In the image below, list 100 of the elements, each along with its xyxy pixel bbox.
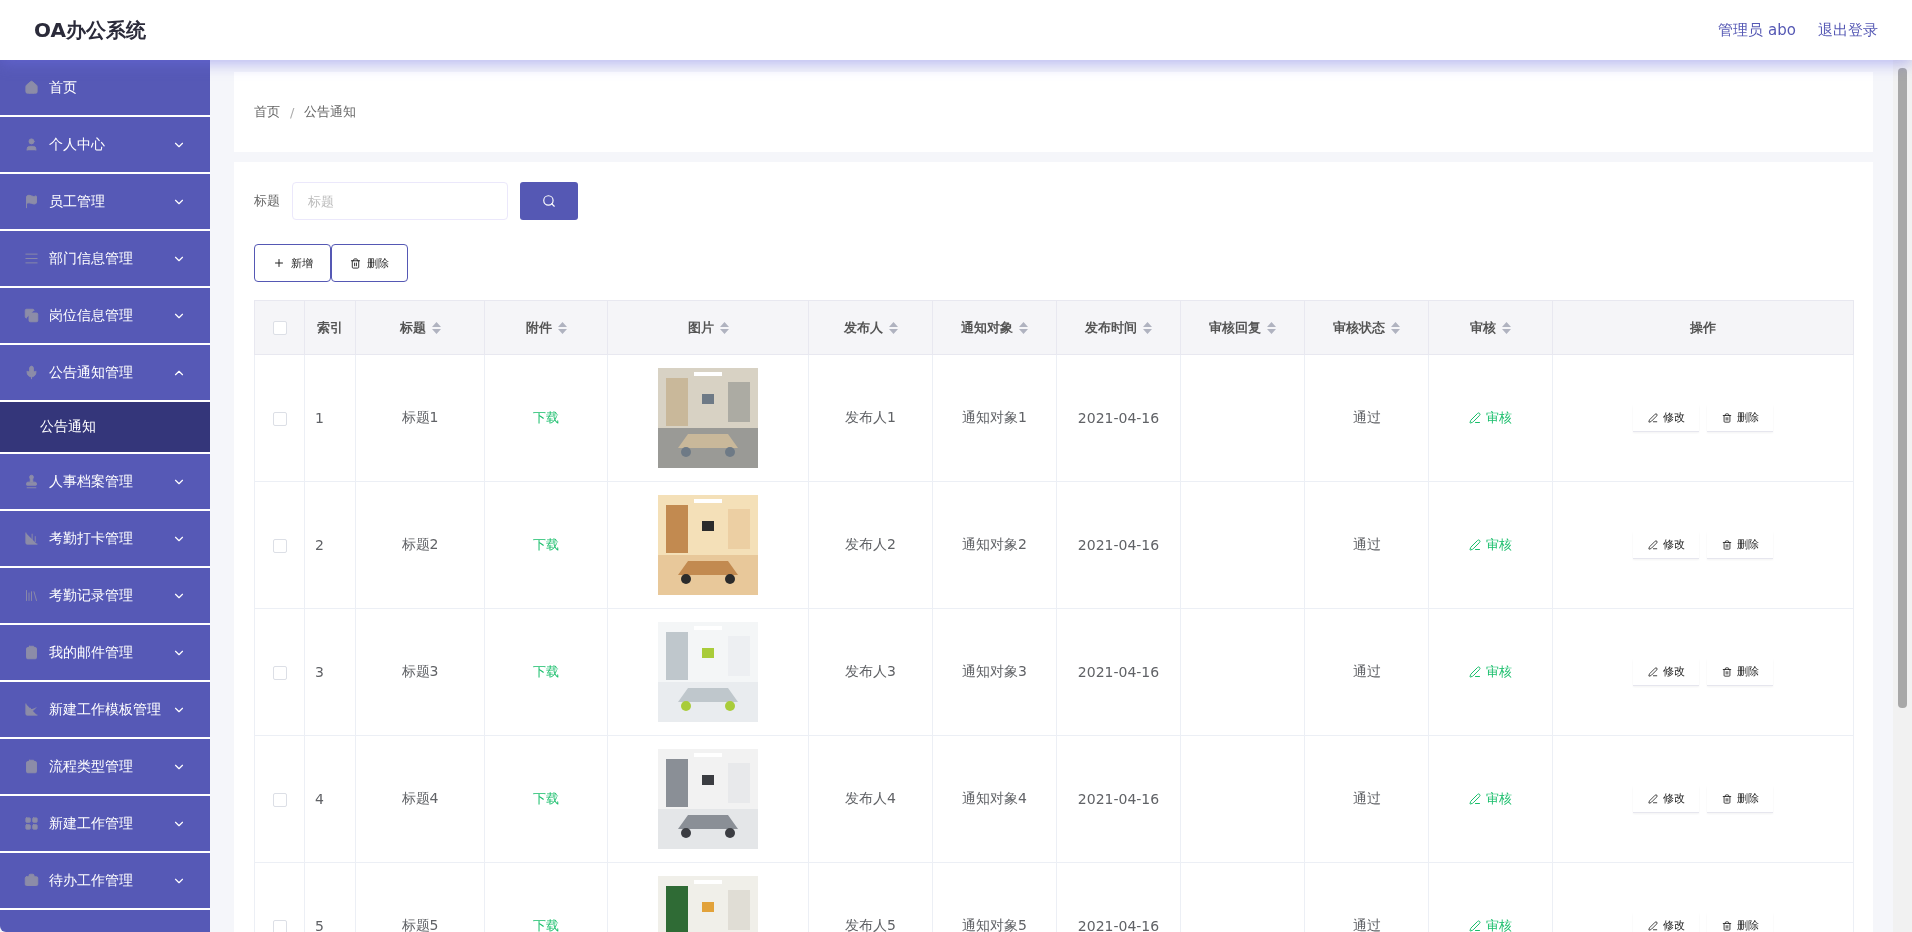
sort-icon[interactable] [431, 321, 441, 334]
trash-icon [1721, 793, 1732, 804]
sort-icon[interactable] [557, 321, 567, 334]
edit-button[interactable]: 修改 [1633, 404, 1699, 432]
edit-button[interactable]: 修改 [1633, 912, 1699, 932]
table-cell: 标题1 [355, 354, 485, 482]
pencil-icon [1647, 666, 1658, 677]
scrollbar[interactable] [1893, 60, 1912, 932]
sidebar-item[interactable]: 新建工作模板管理 [0, 682, 210, 739]
edit-button[interactable]: 修改 [1633, 658, 1699, 686]
pencil-icon [1469, 412, 1481, 424]
row-delete-button[interactable]: 删除 [1707, 785, 1773, 813]
table-cell: 通过 [1304, 481, 1429, 609]
column-header[interactable]: 图片 [607, 300, 809, 355]
sort-icon[interactable] [1502, 321, 1511, 334]
sort-icon[interactable] [1267, 321, 1276, 334]
lines-icon [24, 251, 39, 266]
row-delete-button[interactable]: 删除 [1707, 404, 1773, 432]
row-delete-button[interactable]: 删除 [1707, 912, 1773, 932]
column-header[interactable]: 发布人 [808, 300, 933, 355]
table-cell: 发布人3 [808, 608, 933, 736]
search-field[interactable]: 标题 [292, 182, 508, 220]
sort-icon[interactable] [1143, 321, 1152, 334]
table-cell: 标题3 [355, 608, 485, 736]
clipboard-icon [24, 645, 39, 660]
delete-button[interactable]: 删除 [331, 244, 408, 282]
table-cell: 发布人4 [808, 735, 933, 863]
row-checkbox[interactable] [272, 666, 287, 680]
row-checkbox[interactable] [272, 920, 287, 932]
table-cell: 发布人1 [808, 354, 933, 482]
table-cell: 通知对象2 [932, 481, 1057, 609]
add-button[interactable]: 新增 [254, 244, 331, 282]
row-delete-button[interactable]: 删除 [1707, 658, 1773, 686]
column-header[interactable]: 标题 [355, 300, 485, 355]
sort-icon[interactable] [719, 321, 729, 334]
table-cell: 通过 [1304, 608, 1429, 736]
sidebar-item[interactable]: 流程类型管理 [0, 739, 210, 796]
table-cell: 2021-04-16 [1056, 481, 1181, 609]
sidebar-item[interactable]: 新建工作管理 [0, 796, 210, 853]
trash-icon [1721, 920, 1732, 931]
table-cell: 标题4 [355, 735, 485, 863]
table-cell: 4 [304, 735, 356, 863]
column-header[interactable]: 发布时间 [1056, 300, 1181, 355]
sort-icon[interactable] [1019, 321, 1028, 334]
table-cell: 通知对象3 [932, 608, 1057, 736]
sidebar-item[interactable]: 考勤打卡管理 [0, 511, 210, 568]
table-cell: 发布人2 [808, 481, 933, 609]
pencil-icon [1469, 793, 1481, 805]
stamp-icon [24, 474, 39, 489]
sidebar-item[interactable]: 人事档案管理 [0, 454, 210, 511]
home-icon [24, 80, 39, 95]
row-checkbox[interactable] [272, 539, 287, 553]
search-icon [542, 194, 556, 208]
edit-button[interactable]: 修改 [1633, 785, 1699, 813]
sidebar-item[interactable]: 待办工作管理 [0, 853, 210, 910]
table-cell: 通过 [1304, 354, 1429, 482]
plus-icon [272, 257, 285, 269]
select-all-checkbox[interactable] [272, 321, 287, 336]
table-cell: 通过 [1304, 735, 1429, 863]
sidebar-item[interactable]: 首页 [0, 60, 210, 117]
trash-icon [1721, 666, 1732, 677]
table-cell: 通知对象4 [932, 735, 1057, 863]
sidebar-subitem[interactable]: 公告通知 [0, 402, 210, 454]
column-header[interactable]: 通知对象 [932, 300, 1057, 355]
sidebar-item[interactable]: 岗位信息管理 [0, 288, 210, 345]
sidebar-item[interactable]: 我的邮件管理 [0, 625, 210, 682]
edit-button[interactable]: 修改 [1633, 531, 1699, 559]
sidebar-item[interactable]: 考勤记录管理 [0, 568, 210, 625]
breadcrumb-link[interactable]: 首页 [254, 103, 280, 121]
pencil-icon [1647, 793, 1658, 804]
row-checkbox[interactable] [272, 412, 287, 426]
column-header[interactable]: 审核回复 [1180, 300, 1305, 355]
column-header[interactable]: 审核 [1428, 300, 1553, 355]
pencil-icon [1469, 920, 1481, 932]
clipboard-icon [24, 759, 39, 774]
search-button[interactable] [520, 182, 578, 220]
breadcrumb-separator: / [290, 104, 295, 120]
app-title: OA办公系统 [34, 16, 147, 44]
table-cell: 标题2 [355, 481, 485, 609]
user-link[interactable]: 管理员 abo [1718, 20, 1796, 40]
sidebar-item[interactable]: 个人中心 [0, 117, 210, 174]
breadcrumb-link[interactable]: 公告通知 [304, 103, 357, 121]
pencil-icon [1647, 539, 1658, 550]
logout-link[interactable]: 退出登录 [1818, 20, 1878, 40]
table-cell: 1 [304, 354, 356, 482]
sidebar-item[interactable]: 部门信息管理 [0, 231, 210, 288]
sort-icon[interactable] [888, 321, 898, 334]
sort-icon[interactable] [1391, 321, 1400, 334]
flag-icon [24, 194, 39, 209]
table-cell: 2021-04-16 [1056, 608, 1181, 736]
copy-icon [24, 308, 39, 323]
trash-icon [1721, 539, 1732, 550]
books-icon [24, 588, 39, 603]
row-delete-button[interactable]: 删除 [1707, 531, 1773, 559]
table-cell: 2021-04-16 [1056, 735, 1181, 863]
column-header[interactable]: 审核状态 [1304, 300, 1429, 355]
column-header[interactable]: 附件 [484, 300, 608, 355]
row-checkbox[interactable] [272, 793, 287, 807]
microphone-icon [24, 365, 39, 380]
sidebar-item[interactable]: 员工管理 [0, 174, 210, 231]
